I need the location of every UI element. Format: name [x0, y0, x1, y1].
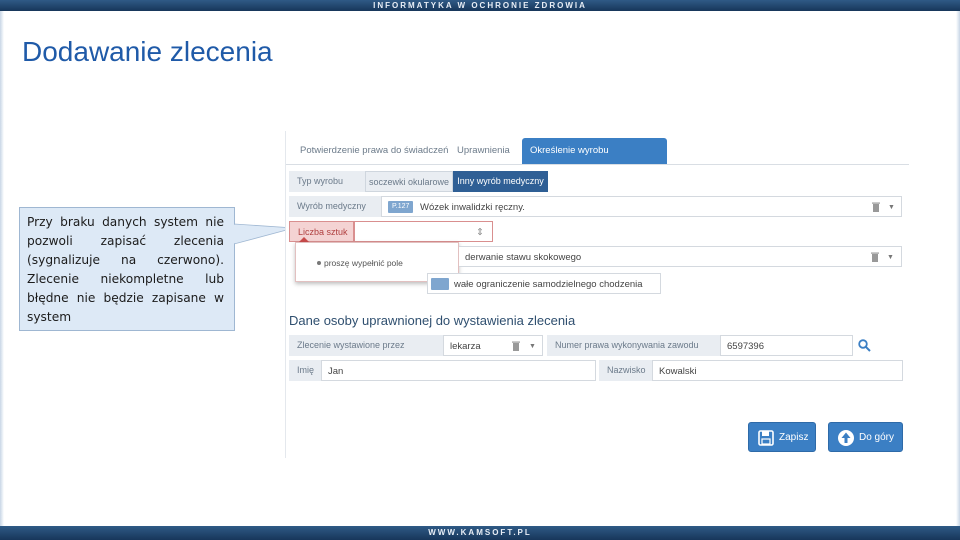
save-button-label: Zapisz	[779, 432, 809, 443]
device-code-badge: P.127	[388, 201, 414, 213]
slide: INFORMATYKA W OCHRONIE ZDROWIA Dodawanie…	[0, 0, 960, 540]
license-number-input[interactable]: 6597396	[720, 335, 853, 356]
justification-code-badge	[431, 278, 449, 290]
chevron-down-icon[interactable]: ▼	[888, 197, 895, 218]
bullet-icon	[317, 261, 321, 265]
header-banner: INFORMATYKA W OCHRONIE ZDROWIA	[0, 0, 960, 11]
trash-icon[interactable]	[512, 341, 520, 351]
scroll-top-label: Do góry	[859, 432, 895, 443]
trash-icon[interactable]	[871, 252, 879, 262]
right-edge-decoration	[956, 11, 960, 526]
medical-device-field[interactable]: P.127 Wózek inwalidzki ręczny. ▼	[381, 196, 902, 217]
left-edge-decoration	[0, 11, 4, 526]
chevron-down-icon[interactable]: ▼	[887, 247, 894, 268]
slide-title: Dodawanie zlecenia	[22, 36, 273, 67]
chevron-down-icon[interactable]: ▼	[529, 336, 536, 357]
save-icon	[758, 430, 774, 446]
save-button[interactable]: Zapisz	[748, 422, 816, 452]
last-name-input[interactable]: Kowalski	[652, 360, 903, 381]
license-number-label: Numer prawa wykonywania zawodu	[547, 335, 720, 356]
device-type-label: Typ wyrobu	[289, 171, 365, 192]
footer-banner: WWW.KAMSOFT.PL	[0, 526, 960, 540]
tab-medical-device[interactable]: Określenie wyrobu medycznego	[522, 138, 667, 182]
quantity-input[interactable]: ⇕	[354, 221, 493, 242]
search-icon[interactable]	[858, 339, 871, 352]
first-name-input[interactable]: Jan	[321, 360, 596, 381]
number-spinner-icon[interactable]: ⇕	[476, 222, 484, 243]
header-banner-text: INFORMATYKA W OCHRONIE ZDROWIA	[373, 1, 587, 10]
footer-banner-text: WWW.KAMSOFT.PL	[428, 528, 532, 537]
justification-value: wałe ograniczenie samodzielnego chodzeni…	[454, 279, 643, 290]
scroll-top-button[interactable]: Do góry	[828, 422, 903, 452]
option-other-device[interactable]: Inny wyrób medyczny	[453, 171, 548, 192]
app-screenshot: Potwierdzenie prawa do świadczeń Uprawni…	[285, 131, 909, 458]
tab-eligibility-confirmation[interactable]: Potwierdzenie prawa do świadczeń	[292, 138, 456, 164]
option-eyeglass-lenses[interactable]: soczewki okularowe	[365, 171, 453, 192]
callout-box: Przy braku danych system nie pozwoli zap…	[19, 207, 235, 331]
tabs-divider	[286, 164, 909, 165]
device-value: Wózek inwalidzki ręczny.	[420, 202, 525, 213]
trash-icon[interactable]	[872, 202, 880, 212]
medical-device-label: Wyrób medyczny	[289, 196, 381, 217]
issuer-value: lekarza	[450, 341, 481, 352]
last-name-label: Nazwisko	[599, 360, 652, 381]
justification-field[interactable]: wałe ograniczenie samodzielnego chodzeni…	[427, 273, 661, 294]
arrow-up-icon	[838, 430, 854, 446]
issuer-select[interactable]: lekarza ▼	[443, 335, 543, 356]
issuer-section-heading: Dane osoby uprawnionej do wystawienia zl…	[289, 313, 576, 328]
diagnosis-value: derwanie stawu skokowego	[465, 252, 582, 263]
validation-message: proszę wypełnić pole	[324, 258, 403, 268]
diagnosis-field[interactable]: derwanie stawu skokowego ▼	[459, 246, 902, 267]
issuer-label: Zlecenie wystawione przez	[289, 335, 443, 356]
first-name-label: Imię	[289, 360, 321, 381]
tab-entitlements[interactable]: Uprawnienia	[449, 138, 518, 164]
